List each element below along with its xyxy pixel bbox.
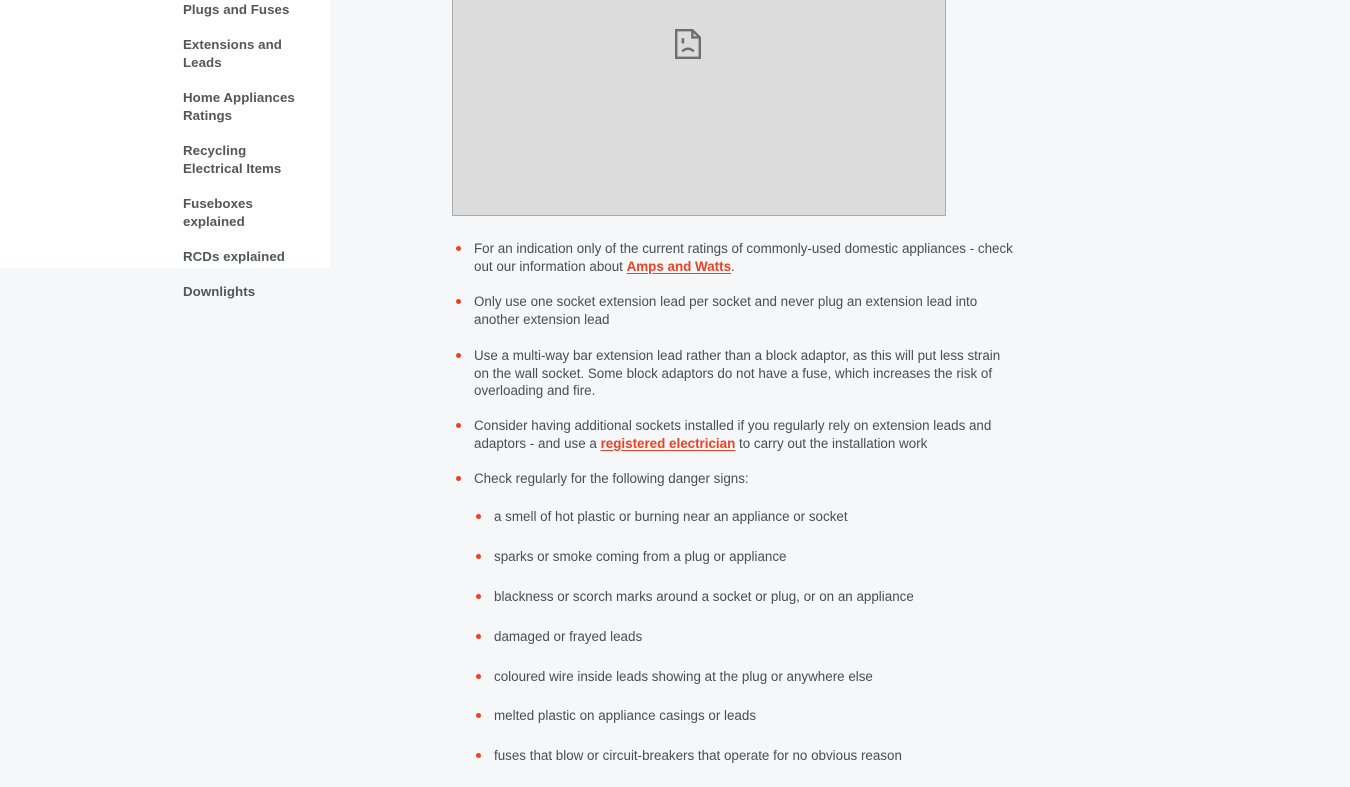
sidebar-item-extensions-and-leads[interactable]: Extensions and Leads <box>0 27 330 80</box>
list-item: fuses that blow or circuit-breakers that… <box>474 747 1018 765</box>
sub-bullet-text: damaged or frayed leads <box>494 628 643 644</box>
sidebar-item-recycling-electrical-items[interactable]: Recycling Electrical Items <box>0 133 330 186</box>
article-content: For an indication only of the current ra… <box>452 0 1052 787</box>
broken-image-icon <box>675 29 701 59</box>
bullet-text-after: to carry out the installation work <box>735 435 928 451</box>
sidebar-nav-list: Plugs and Fuses Extensions and Leads Hom… <box>0 0 330 310</box>
sidebar-item-label[interactable]: Recycling Electrical Items <box>183 133 302 186</box>
article-image <box>452 0 946 216</box>
sub-bullet-text: fuses that blow or circuit-breakers that… <box>494 748 902 764</box>
sub-bullet-text: sparks or smoke coming from a plug or ap… <box>494 548 787 564</box>
sub-bullet-text: coloured wire inside leads showing at th… <box>494 668 873 684</box>
sidebar-item-label[interactable]: Plugs and Fuses <box>183 0 302 27</box>
list-item: Consider having additional sockets insta… <box>452 417 1018 452</box>
bullet-text-before: Only use one socket extension lead per s… <box>474 294 978 328</box>
sidebar-item-label[interactable]: Downlights <box>183 275 302 310</box>
sidebar-item-fuseboxes-explained[interactable]: Fuseboxes explained <box>0 186 330 239</box>
list-item: Only use one socket extension lead per s… <box>452 293 1018 328</box>
sidebar-item-rcds-explained[interactable]: RCDs explained <box>0 239 330 274</box>
list-item: blackness or scorch marks around a socke… <box>474 588 1018 606</box>
amps-and-watts-link[interactable]: Amps and Watts <box>627 259 731 274</box>
sidebar-item-home-appliances-ratings[interactable]: Home Appliances Ratings <box>0 80 330 133</box>
safety-tips-list: For an indication only of the current ra… <box>452 240 1018 765</box>
sidebar-item-plugs-and-fuses[interactable]: Plugs and Fuses <box>0 0 330 27</box>
sub-bullet-text: melted plastic on appliance casings or l… <box>494 708 757 724</box>
list-item: For an indication only of the current ra… <box>452 240 1018 275</box>
sub-bullet-text: blackness or scorch marks around a socke… <box>494 588 914 604</box>
list-item: melted plastic on appliance casings or l… <box>474 707 1018 725</box>
sidebar-navigation-card: Plugs and Fuses Extensions and Leads Hom… <box>0 0 330 299</box>
sidebar-item-label[interactable]: Home Appliances Ratings <box>183 80 302 133</box>
list-item: Use a multi-way bar extension lead rathe… <box>452 347 1018 400</box>
bullet-text-before: Check regularly for the following danger… <box>474 471 749 487</box>
bullet-text-before: Use a multi-way bar extension lead rathe… <box>474 347 1001 399</box>
list-item: damaged or frayed leads <box>474 628 1018 646</box>
sidebar-item-label[interactable]: Fuseboxes explained <box>183 186 302 239</box>
list-item: Check regularly for the following danger… <box>452 470 1018 765</box>
registered-electrician-link[interactable]: registered electrician <box>601 436 736 451</box>
sub-bullet-text: a smell of hot plastic or burning near a… <box>494 509 848 525</box>
list-item: coloured wire inside leads showing at th… <box>474 668 1018 686</box>
sidebar-item-label[interactable]: Extensions and Leads <box>183 27 302 80</box>
bullet-text-before: For an indication only of the current ra… <box>474 241 1013 274</box>
list-item: a smell of hot plastic or burning near a… <box>474 508 1018 526</box>
danger-signs-list: a smell of hot plastic or burning near a… <box>474 508 1018 765</box>
list-item: sparks or smoke coming from a plug or ap… <box>474 548 1018 566</box>
sidebar-item-downlights[interactable]: Downlights <box>0 275 330 310</box>
sidebar-item-label[interactable]: RCDs explained <box>183 239 302 274</box>
bullet-text-after: . <box>731 258 735 274</box>
